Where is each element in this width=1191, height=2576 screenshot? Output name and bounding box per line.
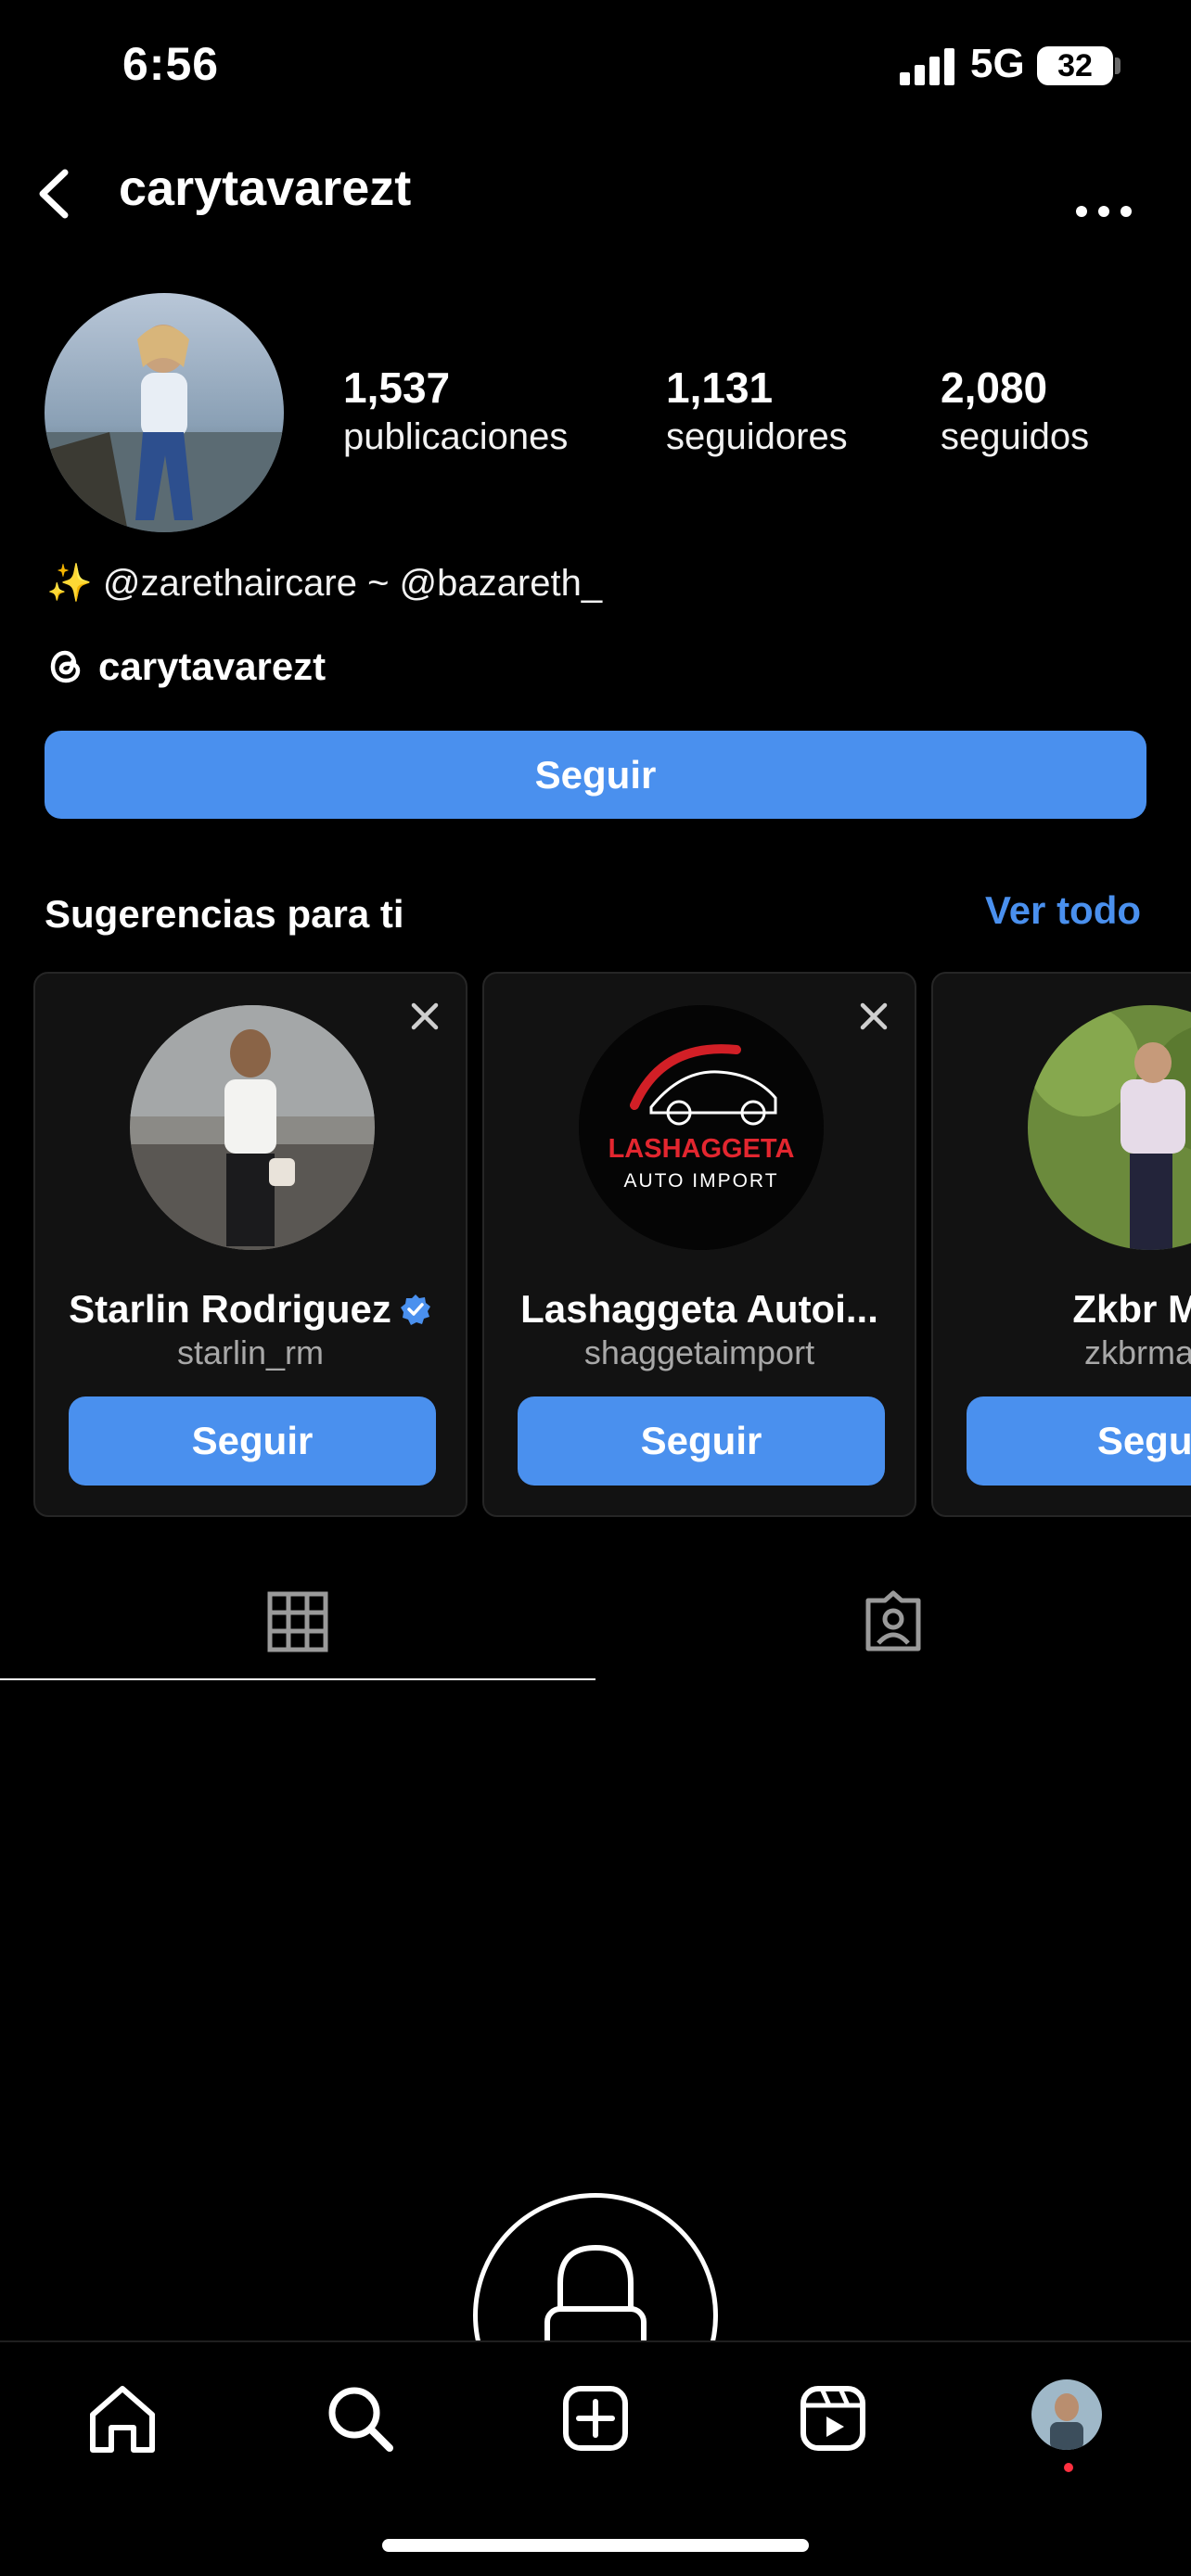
suggestion-name-text: Starlin Rodriguez bbox=[69, 1287, 391, 1331]
suggestion-avatar[interactable]: LASHAGGETA AUTO IMPORT bbox=[579, 1005, 824, 1250]
more-options-icon[interactable] bbox=[1067, 167, 1141, 223]
logo-line-1: LASHAGGETA bbox=[608, 1134, 795, 1164]
home-icon[interactable] bbox=[83, 2379, 161, 2457]
tab-tagged[interactable] bbox=[596, 1576, 1191, 1680]
suggestion-handle: zkbrmari bbox=[1083, 1333, 1191, 1371]
suggestion-name: Lashaggeta Autoi... bbox=[520, 1287, 878, 1331]
page-title: carytavarezt bbox=[119, 160, 412, 216]
posts-count: 1,537 bbox=[343, 363, 451, 412]
stat-posts[interactable]: 1,537 publicaciones bbox=[343, 362, 568, 460]
notification-dot bbox=[1064, 2463, 1073, 2472]
create-icon[interactable] bbox=[557, 2379, 634, 2457]
suggestion-avatar[interactable] bbox=[1028, 1005, 1191, 1250]
status-bar: 6:56 5G 32 bbox=[0, 0, 1191, 139]
see-all-link[interactable]: Ver todo bbox=[985, 888, 1141, 933]
followers-label: seguidores bbox=[666, 416, 848, 457]
threads-handle: carytavarezt bbox=[98, 644, 327, 688]
network-label: 5G bbox=[970, 41, 1025, 86]
stat-following[interactable]: 2,080 seguidos bbox=[941, 362, 1089, 460]
close-icon[interactable] bbox=[408, 1000, 442, 1033]
stat-followers[interactable]: 1,131 seguidores bbox=[666, 362, 848, 460]
verified-badge-icon bbox=[400, 1294, 430, 1325]
back-arrow-icon[interactable] bbox=[28, 161, 83, 226]
threads-icon bbox=[50, 650, 81, 683]
suggestion-follow-button[interactable]: Seguir bbox=[518, 1396, 885, 1486]
profile-avatar[interactable] bbox=[45, 293, 284, 532]
battery-indicator: 32 bbox=[1037, 46, 1113, 85]
logo-line-2: AUTO IMPORT bbox=[623, 1170, 778, 1192]
profile-header: carytavarezt bbox=[0, 148, 1191, 241]
suggestion-follow-button[interactable]: Seguir bbox=[69, 1396, 436, 1486]
suggestion-card[interactable]: Starlin Rodriguez starlin_rm Seguir bbox=[33, 972, 467, 1517]
reels-icon[interactable] bbox=[794, 2379, 872, 2457]
suggestion-handle: starlin_rm bbox=[176, 1333, 325, 1371]
suggestion-handle: shaggetaimport bbox=[583, 1333, 815, 1371]
signal-icon bbox=[900, 48, 954, 85]
tagged-icon bbox=[865, 1590, 921, 1651]
battery-level: 32 bbox=[1057, 47, 1093, 83]
followers-count: 1,131 bbox=[666, 363, 774, 412]
posts-label: publicaciones bbox=[343, 416, 569, 457]
grid-icon bbox=[267, 1591, 328, 1652]
suggestion-card[interactable]: LASHAGGETA AUTO IMPORT Lashaggeta Autoi.… bbox=[482, 972, 916, 1517]
suggestion-avatar[interactable] bbox=[130, 1005, 375, 1250]
tab-posts-grid[interactable] bbox=[0, 1576, 596, 1680]
suggestion-name: Starlin Rodriguez bbox=[35, 1287, 466, 1332]
suggestions-carousel[interactable]: Starlin Rodriguez starlin_rm Seguir LASH… bbox=[33, 972, 1191, 1519]
suggestion-follow-button[interactable]: Segui bbox=[967, 1396, 1191, 1486]
battery-tip bbox=[1115, 57, 1121, 74]
threads-link[interactable]: carytavarezt bbox=[46, 644, 326, 689]
status-time: 6:56 bbox=[122, 38, 220, 90]
suggestion-name: Zkbr Mo bbox=[1072, 1287, 1191, 1331]
close-icon[interactable] bbox=[857, 1000, 890, 1033]
following-count: 2,080 bbox=[941, 363, 1048, 412]
profile-avatar-nav[interactable] bbox=[1031, 2379, 1102, 2450]
profile-bio: ✨ @zarethaircare ~ @bazareth_ bbox=[46, 563, 603, 604]
suggestions-title: Sugerencias para ti bbox=[45, 892, 404, 936]
following-label: seguidos bbox=[941, 416, 1090, 457]
suggestion-card[interactable]: Zkbr Mo zkbrmari Segui bbox=[931, 972, 1191, 1517]
car-logo-icon: LASHAGGETA AUTO IMPORT bbox=[579, 1005, 824, 1250]
home-indicator[interactable] bbox=[382, 2539, 809, 2552]
search-icon[interactable] bbox=[321, 2379, 399, 2457]
follow-button[interactable]: Seguir bbox=[45, 731, 1146, 819]
